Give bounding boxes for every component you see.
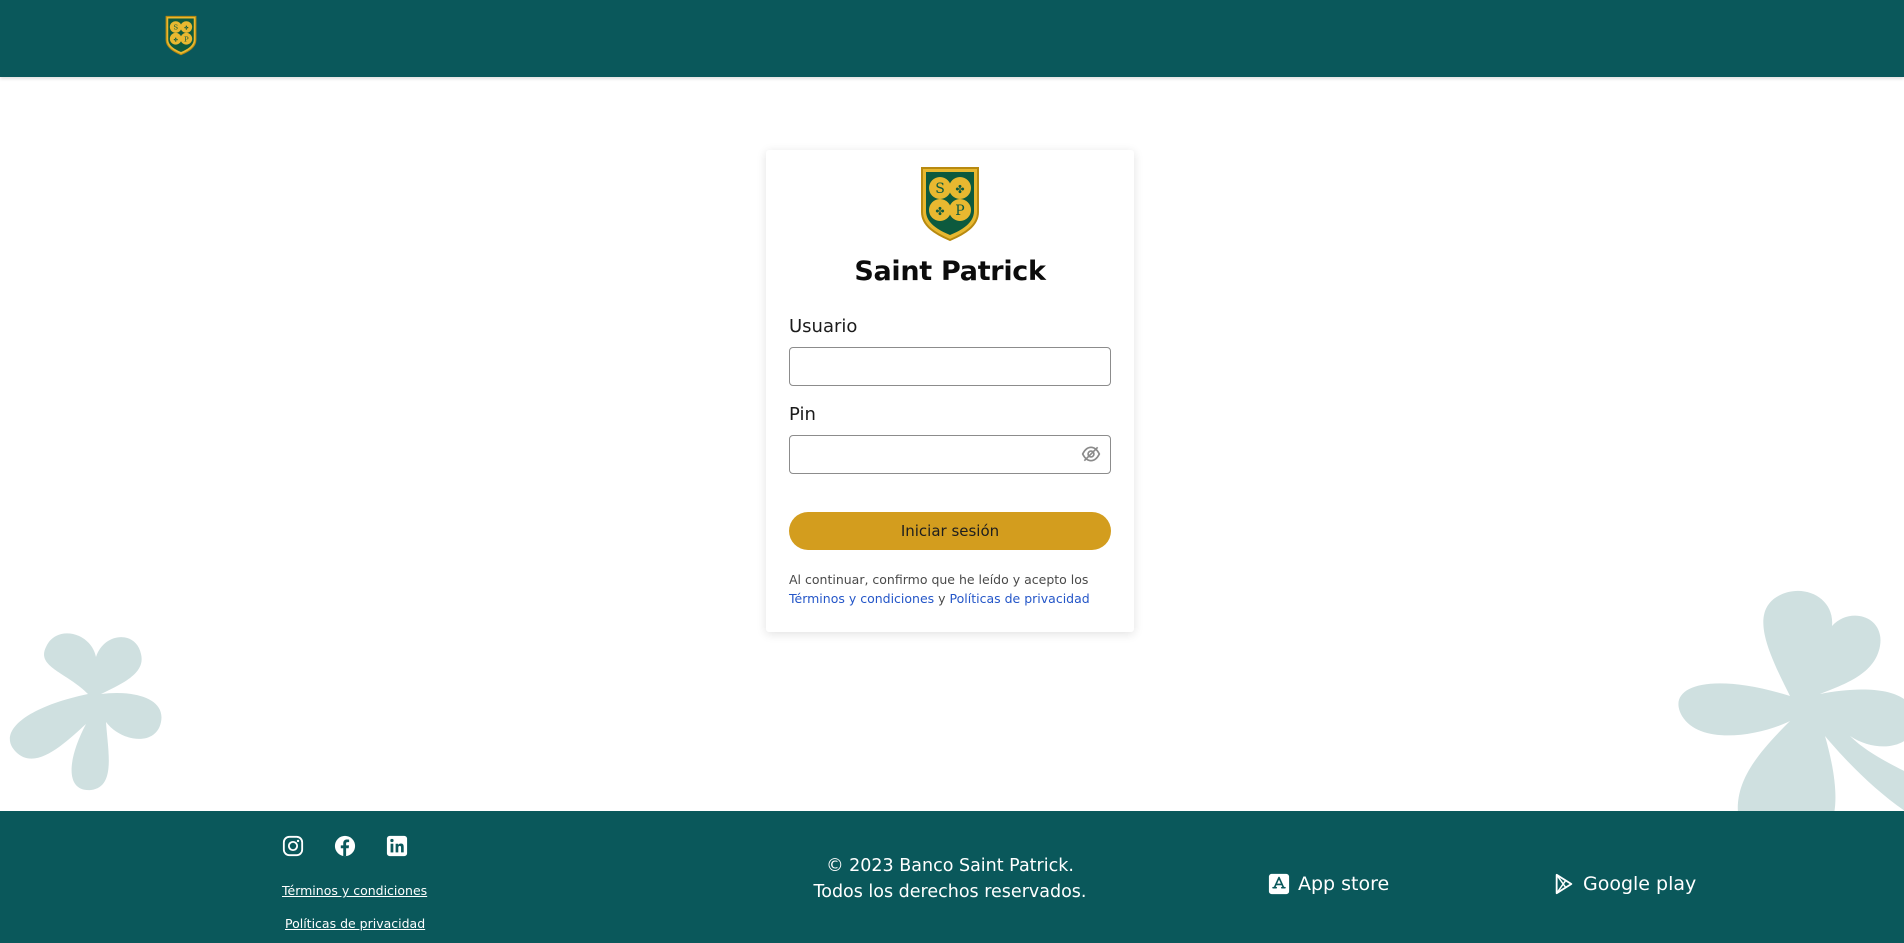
saint-patrick-logo-icon[interactable]: S P ✤ ✤ [164, 14, 198, 56]
footer-privacy-link[interactable]: Políticas de privacidad [285, 916, 425, 931]
copyright-line-2: Todos los derechos reservados. [813, 882, 1087, 902]
consent-privacy-link[interactable]: Políticas de privacidad [950, 591, 1090, 606]
consent-joiner: y [938, 591, 946, 606]
login-button[interactable]: Iniciar sesión [789, 512, 1111, 550]
login-page: S P ✤ ✤ S P ✤ ✤ Saint Patrick Usuario Pi… [0, 0, 1904, 943]
site-footer: Términos y condiciones Políticas de priv… [0, 811, 1904, 943]
consent-notice: Al continuar, confirmo que he leído y ac… [789, 570, 1119, 608]
pin-input[interactable] [789, 435, 1111, 474]
top-header: S P ✤ ✤ [0, 0, 1904, 77]
svg-text:P: P [955, 203, 964, 219]
google-play-label: Google play [1583, 873, 1697, 895]
username-label: Usuario [789, 316, 858, 337]
svg-text:S: S [173, 24, 178, 32]
clover-decoration-left [9, 633, 162, 791]
linkedin-icon[interactable] [386, 835, 408, 857]
svg-text:P: P [184, 35, 189, 43]
login-card: S P ✤ ✤ Saint Patrick Usuario Pin Inicia… [766, 150, 1134, 632]
svg-text:✤: ✤ [955, 183, 964, 196]
username-input[interactable] [789, 347, 1111, 386]
copyright-notice: © 2023 Banco Saint Patrick. Todos los de… [750, 853, 1150, 905]
facebook-icon[interactable] [334, 835, 356, 857]
pin-label: Pin [789, 404, 816, 425]
svg-text:S: S [935, 181, 945, 197]
svg-text:✤: ✤ [935, 205, 944, 218]
app-store-link[interactable]: App store [1268, 873, 1389, 895]
google-play-link[interactable]: Google play [1553, 873, 1696, 895]
consent-text: Al continuar, confirmo que he leído y ac… [789, 572, 1089, 587]
svg-text:✤: ✤ [184, 26, 189, 32]
bank-title: Saint Patrick [854, 256, 1046, 287]
app-store-label: App store [1298, 873, 1390, 895]
saint-patrick-shield-icon: S P ✤ ✤ [921, 167, 979, 242]
footer-terms-link[interactable]: Términos y condiciones [282, 883, 427, 898]
google-play-icon [1555, 873, 1573, 895]
app-store-icon [1268, 873, 1290, 895]
consent-terms-link[interactable]: Términos y condiciones [789, 591, 934, 606]
clover-decoration-right [1678, 590, 1904, 826]
copyright-line-1: © 2023 Banco Saint Patrick. [826, 856, 1074, 876]
eye-slash-icon[interactable] [1081, 445, 1101, 463]
svg-text:✤: ✤ [173, 37, 178, 43]
instagram-icon[interactable] [282, 835, 304, 857]
